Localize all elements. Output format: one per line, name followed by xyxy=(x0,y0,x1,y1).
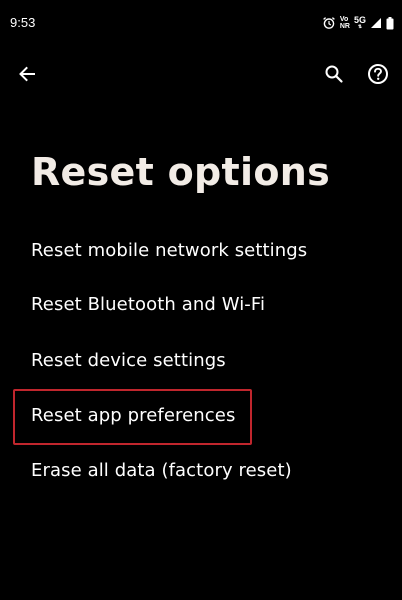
page-title: Reset options xyxy=(31,150,330,194)
option-reset-mobile-network[interactable]: Reset mobile network settings xyxy=(31,230,371,270)
screen: 9:53 Vo NR 5G ⇅ Reset options Reset mobi… xyxy=(0,0,402,600)
option-reset-app-preferences[interactable]: Reset app preferences xyxy=(31,395,371,435)
status-icons: Vo NR 5G ⇅ xyxy=(322,14,394,32)
option-erase-all-data[interactable]: Erase all data (factory reset) xyxy=(31,450,371,490)
battery-icon xyxy=(386,16,394,30)
search-button[interactable] xyxy=(314,54,354,94)
volte-indicator: Vo NR xyxy=(340,16,350,30)
volte-label: Vo xyxy=(339,16,349,23)
alarm-icon xyxy=(322,16,336,30)
help-icon xyxy=(368,64,388,84)
option-reset-bluetooth-wifi[interactable]: Reset Bluetooth and Wi-Fi xyxy=(31,284,371,324)
arrow-back-icon xyxy=(19,66,35,82)
signal-icon xyxy=(370,17,382,29)
search-icon xyxy=(325,65,343,83)
toolbar xyxy=(0,52,402,100)
option-reset-device-settings[interactable]: Reset device settings xyxy=(31,340,371,380)
back-button[interactable] xyxy=(7,54,47,94)
help-button[interactable] xyxy=(358,54,398,94)
status-time: 9:53 xyxy=(10,15,36,30)
status-bar: 9:53 Vo NR 5G ⇅ xyxy=(0,0,402,46)
network-type-indicator: 5G ⇅ xyxy=(354,16,366,30)
data-activity-icon: ⇅ xyxy=(357,24,363,30)
nr-label: NR xyxy=(339,23,350,30)
